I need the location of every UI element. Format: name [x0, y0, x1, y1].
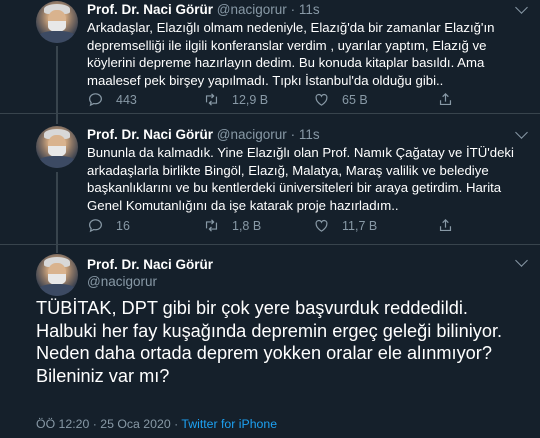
retweet-button[interactable]: 1,8 B — [203, 217, 261, 234]
tweet-text: Bununla da kalmadık. Yine Elazığlı olan … — [87, 145, 514, 213]
tweet-header: Prof. Dr. Naci Görür @nacigorur · 11s — [87, 127, 320, 143]
tweet-1[interactable]: Prof. Dr. Naci Görür @nacigorur · 11s Ar… — [0, 0, 540, 114]
share-button[interactable] — [437, 217, 466, 234]
reply-icon — [89, 219, 102, 233]
retweet-count: 12,9 B — [232, 92, 269, 107]
reply-button[interactable]: 16 — [87, 217, 130, 234]
user-handle[interactable]: @nacigorur — [217, 127, 287, 142]
tweet-text: Arkadaşlar, Elazığlı olmam nedeniyle, El… — [87, 20, 495, 88]
tweet-text: TÜBİTAK, DPT gibi bir çok yere başvurduk… — [36, 298, 503, 386]
thread-line — [56, 245, 58, 253]
tweet-header: Prof. Dr. Naci Görür @nacigorur · 11s — [87, 2, 320, 18]
like-button[interactable]: 11,7 B — [313, 217, 377, 234]
tweet-time[interactable]: 11s — [299, 2, 320, 17]
chevron-down-icon[interactable] — [515, 126, 528, 139]
main-tweet: Prof. Dr. Naci Görür @nacigorur TÜBİTAK,… — [0, 245, 540, 438]
chevron-down-icon[interactable] — [515, 1, 528, 14]
thread-line — [56, 46, 58, 114]
like-count: 11,7 B — [342, 218, 378, 233]
avatar[interactable] — [36, 126, 78, 168]
heart-icon — [315, 93, 328, 106]
share-button[interactable] — [437, 91, 466, 108]
tweet-2[interactable]: Prof. Dr. Naci Görür @nacigorur · 11s Bu… — [0, 114, 540, 245]
avatar[interactable] — [36, 254, 78, 296]
tweet-time[interactable]: 11s — [299, 127, 320, 142]
display-name[interactable]: Prof. Dr. Naci Görür — [87, 127, 213, 142]
reply-button[interactable]: 443 — [87, 91, 137, 108]
tweet-actions: 16 1,8 B 11,7 B — [87, 217, 517, 235]
like-button[interactable]: 65 B — [313, 91, 368, 108]
tweet-timestamp[interactable]: ÖÖ 12:20 · 25 Oca 2020 · — [36, 417, 181, 431]
separator: · — [290, 127, 296, 142]
share-icon — [439, 218, 452, 232]
retweet-button[interactable]: 12,9 B — [203, 91, 268, 108]
tweet-meta: ÖÖ 12:20 · 25 Oca 2020 · Twitter for iPh… — [36, 417, 277, 431]
heart-icon — [315, 219, 328, 232]
retweet-count: 1,8 B — [232, 218, 262, 233]
tweet-source-link[interactable]: Twitter for iPhone — [181, 417, 277, 431]
thread-line — [56, 114, 58, 124]
user-handle[interactable]: @nacigorur — [217, 2, 287, 17]
reply-count: 16 — [116, 218, 130, 233]
retweet-icon — [205, 219, 218, 232]
reply-count: 443 — [116, 92, 137, 107]
thread-line — [56, 172, 58, 244]
avatar[interactable] — [36, 1, 78, 43]
like-count: 65 B — [342, 92, 368, 107]
retweet-icon — [205, 93, 218, 106]
share-icon — [439, 92, 452, 106]
display-name[interactable]: Prof. Dr. Naci Görür — [87, 2, 213, 17]
display-name[interactable]: Prof. Dr. Naci Görür — [87, 256, 213, 273]
chevron-down-icon[interactable] — [515, 254, 528, 267]
tweet-header: Prof. Dr. Naci Görür @nacigorur — [87, 256, 213, 290]
user-handle[interactable]: @nacigorur — [87, 273, 213, 290]
separator: · — [290, 2, 296, 17]
tweet-actions: 443 12,9 B 65 B — [87, 91, 517, 109]
reply-icon — [89, 93, 102, 107]
